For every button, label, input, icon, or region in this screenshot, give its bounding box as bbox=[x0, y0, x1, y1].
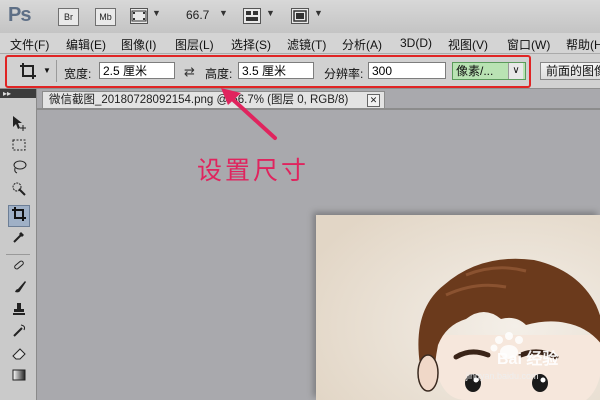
history-brush-tool-icon[interactable] bbox=[8, 323, 30, 345]
resolution-label: 分辨率: bbox=[324, 67, 364, 81]
close-icon[interactable]: ✕ bbox=[367, 94, 380, 107]
tool-divider bbox=[6, 254, 30, 255]
menu-layer[interactable]: 图层(L) bbox=[175, 36, 214, 53]
menu-select[interactable]: 选择(S) bbox=[231, 36, 271, 53]
document-tab[interactable]: 微信截图_20180728092154.png @ 66.7% (图层 0, R… bbox=[42, 91, 385, 109]
move-tool-icon[interactable] bbox=[8, 115, 30, 137]
menu-window[interactable]: 窗口(W) bbox=[507, 36, 550, 53]
menu-help[interactable]: 帮助(H) bbox=[566, 36, 600, 53]
swap-dimensions-icon[interactable]: ⇄ bbox=[184, 64, 195, 80]
height-label: 高度: bbox=[205, 67, 233, 81]
width-label: 宽度: bbox=[64, 67, 92, 81]
quick-selection-tool-icon[interactable] bbox=[8, 181, 30, 203]
menu-analysis[interactable]: 分析(A) bbox=[342, 36, 382, 53]
screen-mode-icon[interactable] bbox=[291, 8, 309, 24]
film-icon[interactable] bbox=[130, 8, 148, 24]
clone-stamp-tool-icon[interactable] bbox=[8, 301, 30, 323]
resolution-unit-select[interactable]: 像素/... ∨ bbox=[452, 62, 526, 80]
brush-tool-icon[interactable] bbox=[8, 279, 30, 301]
marquee-tool-icon[interactable] bbox=[8, 137, 30, 159]
mini-bridge-button[interactable]: Mb bbox=[95, 8, 116, 26]
menu-image[interactable]: 图像(I) bbox=[121, 36, 156, 53]
annotation-text: 设置尺寸 bbox=[197, 156, 310, 185]
crop-tool-preset-icon[interactable] bbox=[18, 61, 38, 81]
options-divider bbox=[56, 60, 57, 82]
menu-view[interactable]: 视图(V) bbox=[448, 36, 488, 53]
zoom-dropdown-icon[interactable]: ▼ bbox=[219, 8, 228, 18]
panel-collapse-icon[interactable]: ▸▸ bbox=[0, 89, 36, 98]
application-bar: Ps Br Mb ▼ 66.7 ▼ ▼ ▼ bbox=[0, 0, 600, 34]
screen-mode-dropdown-icon[interactable]: ▼ bbox=[314, 8, 323, 18]
front-image-button[interactable]: 前面的图像 bbox=[540, 62, 600, 80]
width-field[interactable]: 2.5 厘米 bbox=[99, 62, 175, 79]
document-tab-title: 微信截图_20180728092154.png @ 66.7% (图层 0, R… bbox=[49, 94, 349, 106]
resolution-field[interactable]: 300 bbox=[368, 62, 446, 79]
annotation-arrow bbox=[221, 88, 277, 140]
crop-tool-icon[interactable] bbox=[8, 205, 30, 227]
resolution-unit-value: 像素/... bbox=[456, 64, 494, 78]
view-extras-dropdown-icon[interactable]: ▼ bbox=[152, 8, 161, 18]
menu-file[interactable]: 文件(F) bbox=[10, 36, 49, 53]
tool-options-bar: ▼ 宽度: 2.5 厘米 ⇄ 高度: 3.5 厘米 分辨率: 300 像素/..… bbox=[0, 54, 600, 89]
arrange-documents-icon[interactable] bbox=[243, 8, 261, 24]
bridge-button[interactable]: Br bbox=[58, 8, 79, 26]
photoshop-logo: Ps bbox=[8, 4, 31, 26]
zoom-level[interactable]: 66.7 bbox=[186, 8, 209, 22]
menu-3d[interactable]: 3D(D) bbox=[400, 36, 432, 50]
menu-filter[interactable]: 滤镜(T) bbox=[287, 36, 326, 53]
eyedropper-tool-icon[interactable] bbox=[8, 229, 30, 251]
tab-strip-divider bbox=[37, 108, 600, 110]
document-canvas[interactable] bbox=[316, 215, 600, 400]
eraser-tool-icon[interactable] bbox=[8, 345, 30, 367]
lasso-tool-icon[interactable] bbox=[8, 159, 30, 181]
gradient-tool-icon[interactable] bbox=[8, 367, 30, 389]
tool-preset-dropdown-icon[interactable]: ▼ bbox=[43, 66, 51, 75]
cartoon-portrait-image bbox=[316, 215, 600, 400]
chevron-down-icon: ∨ bbox=[508, 63, 523, 79]
healing-brush-tool-icon[interactable] bbox=[8, 257, 30, 279]
arrange-dropdown-icon[interactable]: ▼ bbox=[266, 8, 275, 18]
tools-panel: ▸▸ bbox=[0, 89, 37, 400]
menu-edit[interactable]: 编辑(E) bbox=[66, 36, 106, 53]
watermark-subtext: jingyan.baidu.com bbox=[466, 371, 539, 381]
watermark-text: Bai 经验 bbox=[497, 351, 559, 368]
height-field[interactable]: 3.5 厘米 bbox=[238, 62, 314, 79]
menu-bar: 文件(F) 编辑(E) 图像(I) 图层(L) 选择(S) 滤镜(T) 分析(A… bbox=[0, 33, 600, 54]
